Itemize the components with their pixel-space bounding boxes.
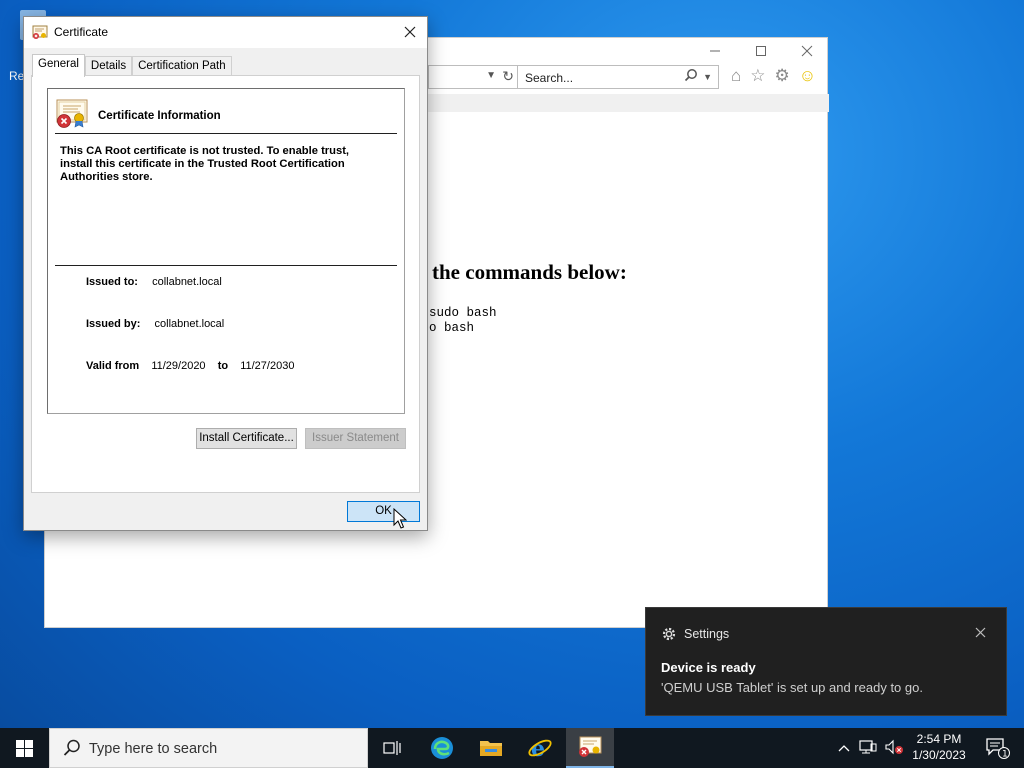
notification-count: 1	[1002, 750, 1008, 760]
volume-muted-icon[interactable]	[885, 739, 905, 758]
taskbar-edge[interactable]	[418, 728, 466, 768]
issuer-statement-button[interactable]: Issuer Statement	[305, 428, 406, 449]
issued-to-value: collabnet.local	[152, 276, 222, 288]
action-center-button[interactable]: 1	[978, 728, 1018, 768]
certificate-information-title: Certificate Information	[98, 110, 221, 122]
task-view-icon	[383, 741, 401, 755]
toast-app-name: Settings	[684, 627, 730, 641]
address-bar[interactable]: ▼ ↻	[428, 65, 519, 89]
action-center-icon: 1	[986, 738, 1010, 760]
file-explorer-icon	[480, 741, 502, 756]
taskbar-clock[interactable]: 2:54 PM 1/30/2023	[906, 731, 972, 763]
browser-close-button[interactable]	[797, 44, 817, 60]
search-icon[interactable]	[684, 68, 698, 85]
chevron-up-icon[interactable]	[838, 741, 850, 755]
search-icon	[63, 739, 80, 756]
toast-body: 'QEMU USB Tablet' is set up and ready to…	[661, 680, 923, 695]
svg-text:e: e	[531, 736, 545, 761]
taskbar-file-explorer[interactable]	[467, 728, 515, 768]
smiley-feedback-icon[interactable]: ☺	[799, 66, 816, 86]
mouse-cursor-icon	[393, 508, 407, 529]
minimize-button[interactable]	[705, 44, 725, 60]
valid-from-label: Valid from	[86, 360, 140, 372]
edge-icon	[431, 737, 453, 759]
code-line: o bash	[429, 321, 475, 335]
valid-to-label: to	[217, 360, 229, 372]
tab-details[interactable]: Details	[84, 56, 133, 77]
tools-gear-icon[interactable]: ⚙	[775, 66, 790, 86]
page-heading: the commands below:	[432, 260, 627, 284]
address-dropdown-icon[interactable]: ▼	[486, 70, 496, 81]
clock-time: 2:54 PM	[916, 732, 962, 746]
issued-by-label: Issued by:	[86, 318, 141, 330]
dialog-title: Certificate	[54, 25, 109, 39]
taskbar-certificate-app[interactable]	[566, 728, 614, 768]
install-certificate-button[interactable]: Install Certificate...	[196, 428, 297, 449]
dialog-titlebar: Certificate	[24, 17, 427, 48]
ok-button[interactable]: OK	[347, 501, 420, 522]
dialog-tabs: General Details Certification Path	[32, 54, 232, 77]
certificate-icon	[579, 736, 602, 757]
code-line: sudo bash	[429, 306, 497, 320]
device-ready-toast[interactable]: Settings Device is ready 'QEMU USB Table…	[645, 607, 1007, 716]
valid-to-value: 11/27/2030	[240, 360, 295, 372]
toast-close-icon[interactable]	[975, 625, 986, 641]
issued-to-row: Issued to: collabnet.local	[86, 276, 222, 288]
browser-toolbar: ⌂ ☆ ⚙ ☺	[731, 66, 816, 86]
tab-certification-path[interactable]: Certification Path	[132, 56, 232, 77]
browser-caption-buttons	[705, 44, 817, 60]
certificate-dialog: Certificate General Details Certificatio…	[23, 16, 428, 531]
divider	[55, 265, 397, 266]
valid-from-value: 11/29/2020	[151, 360, 206, 372]
internet-explorer-icon: e	[528, 736, 552, 761]
taskbar-search-box[interactable]: Type here to search	[49, 728, 368, 768]
start-button[interactable]	[0, 728, 48, 768]
gear-icon	[662, 627, 676, 641]
untrusted-certificate-icon	[56, 99, 88, 128]
favorites-star-icon[interactable]: ☆	[750, 66, 765, 86]
divider	[55, 133, 397, 134]
system-tray	[838, 728, 905, 768]
browser-search-placeholder: Search...	[525, 71, 574, 85]
toast-heading: Device is ready	[661, 660, 756, 675]
search-dropdown-icon[interactable]: ▼	[703, 72, 712, 82]
home-icon[interactable]: ⌂	[731, 66, 741, 86]
certificate-icon	[32, 25, 48, 39]
clock-date: 1/30/2023	[912, 748, 966, 762]
code-block: sudo bash o bash	[429, 306, 497, 336]
certificate-information-box: Certificate Information This CA Root cer…	[47, 88, 405, 414]
issued-to-label: Issued to:	[86, 276, 138, 288]
network-icon[interactable]	[859, 739, 877, 758]
task-view-button[interactable]	[368, 728, 416, 768]
tab-general[interactable]: General	[32, 54, 85, 77]
taskbar-internet-explorer[interactable]: e	[516, 728, 564, 768]
browser-tab-strip	[428, 94, 829, 112]
refresh-icon[interactable]: ↻	[502, 68, 514, 85]
issued-by-row: Issued by: collabnet.local	[86, 318, 224, 330]
issued-by-value: collabnet.local	[154, 318, 225, 330]
close-icon[interactable]	[399, 20, 421, 44]
windows-start-icon	[15, 739, 33, 757]
general-tab-panel: Certificate Information This CA Root cer…	[31, 75, 420, 493]
taskbar: Type here to search e 2:54 PM 1/30/2023 …	[0, 728, 1024, 768]
maximize-button[interactable]	[751, 44, 771, 60]
trust-warning-text: This CA Root certificate is not trusted.…	[60, 145, 350, 183]
taskbar-search-placeholder: Type here to search	[89, 741, 218, 757]
browser-search-input[interactable]: Search... ▼	[517, 65, 719, 89]
validity-row: Valid from 11/29/2020 to 11/27/2030	[86, 360, 294, 372]
